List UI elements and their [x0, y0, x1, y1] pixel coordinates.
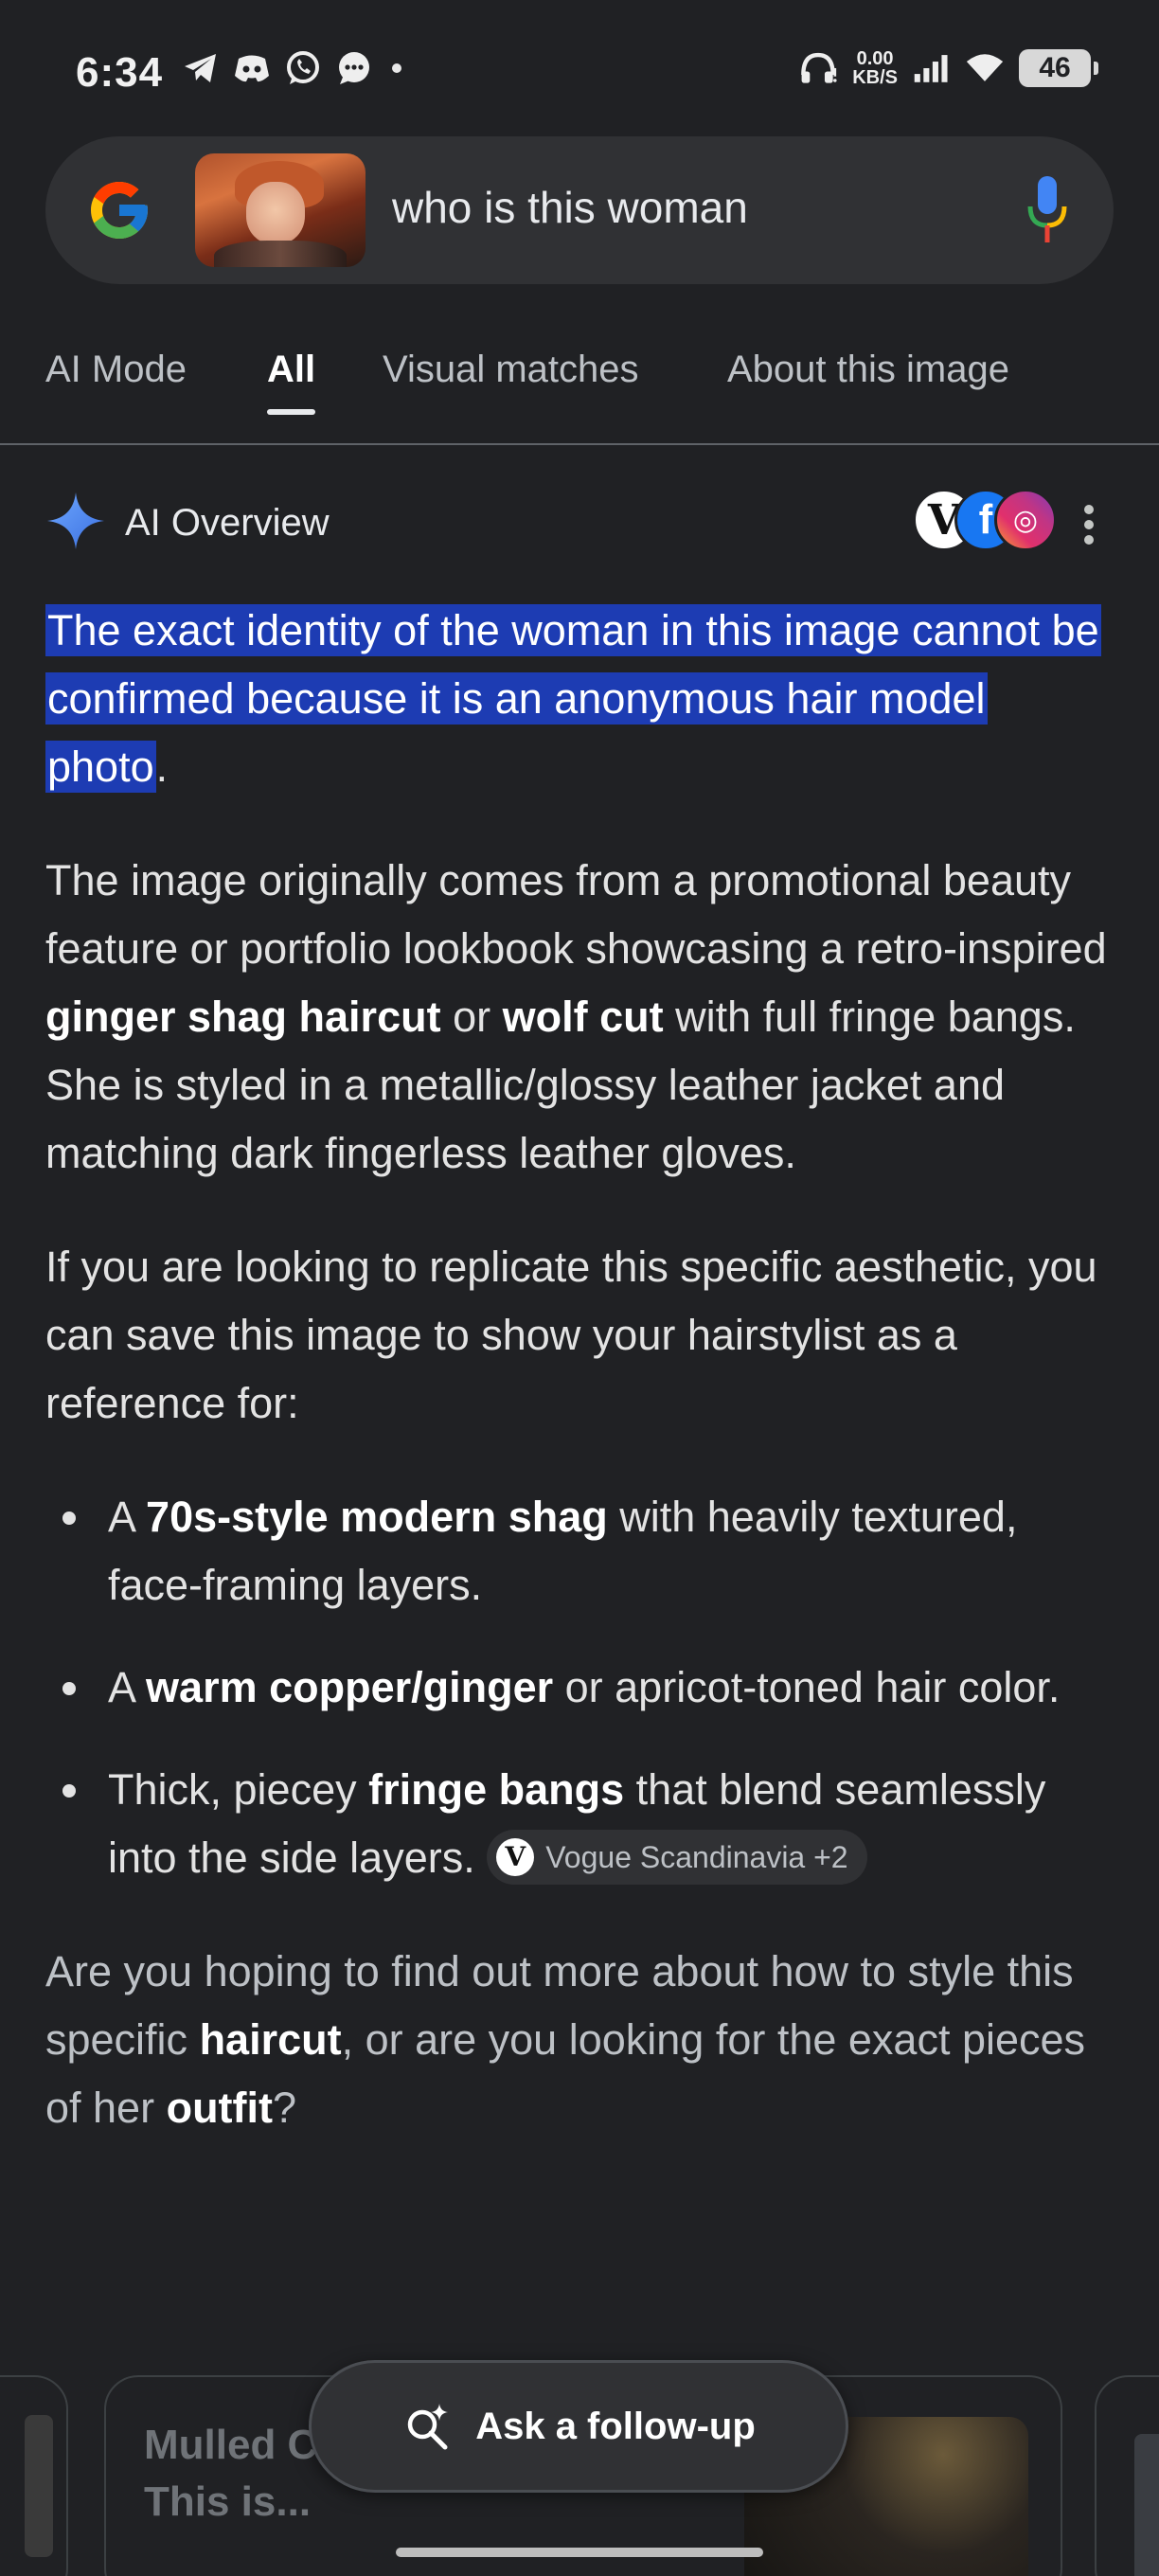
list-item: Thick, piecey fringe bangs that blend se…	[45, 1756, 1114, 1892]
tab-ai-mode[interactable]: AI Mode	[45, 349, 187, 391]
dot-icon	[392, 63, 401, 73]
citation-chip[interactable]: V Vogue Scandinavia +2	[487, 1830, 867, 1886]
image-thumbnail[interactable]	[195, 153, 366, 267]
battery-level: 46	[1039, 52, 1071, 83]
net-speed: 0.00 KB/S	[852, 49, 898, 87]
tab-label: Visual matches	[383, 349, 639, 390]
battery-icon: 46	[1019, 49, 1098, 87]
result-card-next[interactable]	[1095, 2375, 1159, 2576]
google-logo[interactable]	[85, 176, 153, 244]
tab-visual-matches[interactable]: Visual matches	[383, 349, 639, 391]
bold-term: ginger shag haircut	[45, 993, 441, 1041]
signal-icon	[913, 49, 951, 87]
tab-label: About this image	[727, 349, 1009, 390]
answer-paragraph-2: The image originally comes from a promot…	[45, 847, 1114, 1188]
search-bar[interactable]: who is this woman	[45, 136, 1114, 284]
thumbnail-jacket	[214, 241, 347, 267]
bold-term: 70s-style modern shag	[146, 1493, 608, 1541]
card-image	[1134, 2434, 1159, 2576]
result-card-prev[interactable]	[0, 2375, 68, 2576]
text-span: A	[108, 1663, 147, 1711]
net-speed-value: 0.00	[856, 48, 894, 69]
bullet-list: A 70s-style modern shag with heavily tex…	[45, 1483, 1114, 1892]
follow-up-label: Ask a follow-up	[475, 2405, 756, 2447]
vogue-logo-icon: V	[496, 1838, 535, 1877]
highlighted-answer[interactable]: The exact identity of the woman in this …	[45, 604, 1101, 793]
net-speed-unit: KB/S	[852, 67, 898, 88]
discord-icon	[233, 49, 271, 87]
thumbnail-face	[246, 182, 305, 244]
tab-label: AI Mode	[45, 349, 187, 390]
text-span: A	[108, 1493, 147, 1541]
answer-paragraph-highlight: The exact identity of the woman in this …	[45, 597, 1114, 801]
search-input[interactable]: who is this woman	[392, 182, 748, 233]
bold-term: wolf cut	[502, 993, 664, 1041]
search-spark-icon	[407, 2404, 449, 2450]
bold-term: fringe bangs	[368, 1765, 625, 1814]
tab-about-this-image[interactable]: About this image	[727, 349, 1009, 391]
search-tabs: AI Mode All Visual matches About this im…	[0, 331, 1159, 445]
text-span: or	[440, 993, 503, 1041]
status-bar: 6:34 0.00 KB/S 46	[0, 0, 1159, 142]
notification-icons	[182, 49, 401, 87]
messages-icon	[335, 49, 373, 87]
text-span: The image originally comes from a promot…	[45, 856, 1107, 973]
answer-paragraph-3: If you are looking to replicate this spe…	[45, 1243, 1097, 1427]
mic-icon[interactable]	[1026, 174, 1068, 246]
ai-overview-title: AI Overview	[125, 502, 330, 544]
citation-label: Vogue Scandinavia +2	[545, 1840, 848, 1875]
telegram-icon	[182, 49, 220, 87]
wifi-icon	[966, 49, 1004, 87]
ai-overview-body: The exact identity of the woman in this …	[45, 597, 1114, 2188]
text-span: or apricot-toned hair color.	[553, 1663, 1061, 1711]
active-tab-indicator	[267, 409, 316, 415]
instagram-source-icon[interactable]: ◎	[994, 489, 1057, 551]
gemini-spark-icon	[47, 492, 104, 549]
bold-term: warm copper/ginger	[146, 1663, 554, 1711]
list-item: A warm copper/ginger or apricot-toned ha…	[45, 1654, 1114, 1722]
card-image	[25, 2415, 53, 2557]
ask-follow-up-button[interactable]: Ask a follow-up	[309, 2360, 848, 2493]
home-indicator[interactable]	[396, 2548, 763, 2557]
headphones-icon	[799, 49, 837, 87]
text-span: Thick, piecey	[108, 1765, 369, 1814]
whatsapp-icon	[284, 49, 322, 87]
list-item: A 70s-style modern shag with heavily tex…	[45, 1483, 1114, 1619]
ai-overview-header: AI Overview V f ◎	[45, 489, 1114, 555]
system-indicators: 0.00 KB/S 46	[799, 49, 1098, 87]
more-options-icon[interactable]	[1081, 504, 1097, 546]
tab-all[interactable]: All	[267, 349, 316, 415]
period: .	[155, 742, 169, 791]
bold-term: outfit	[166, 2084, 274, 2132]
clock: 6:34	[76, 49, 164, 96]
bold-term: haircut	[199, 2015, 342, 2064]
text-span: ?	[273, 2084, 297, 2132]
tab-label: All	[267, 349, 316, 390]
answer-paragraph-4: Are you hoping to find out more about ho…	[45, 1938, 1114, 2142]
source-icons[interactable]: V f ◎	[869, 489, 1059, 551]
